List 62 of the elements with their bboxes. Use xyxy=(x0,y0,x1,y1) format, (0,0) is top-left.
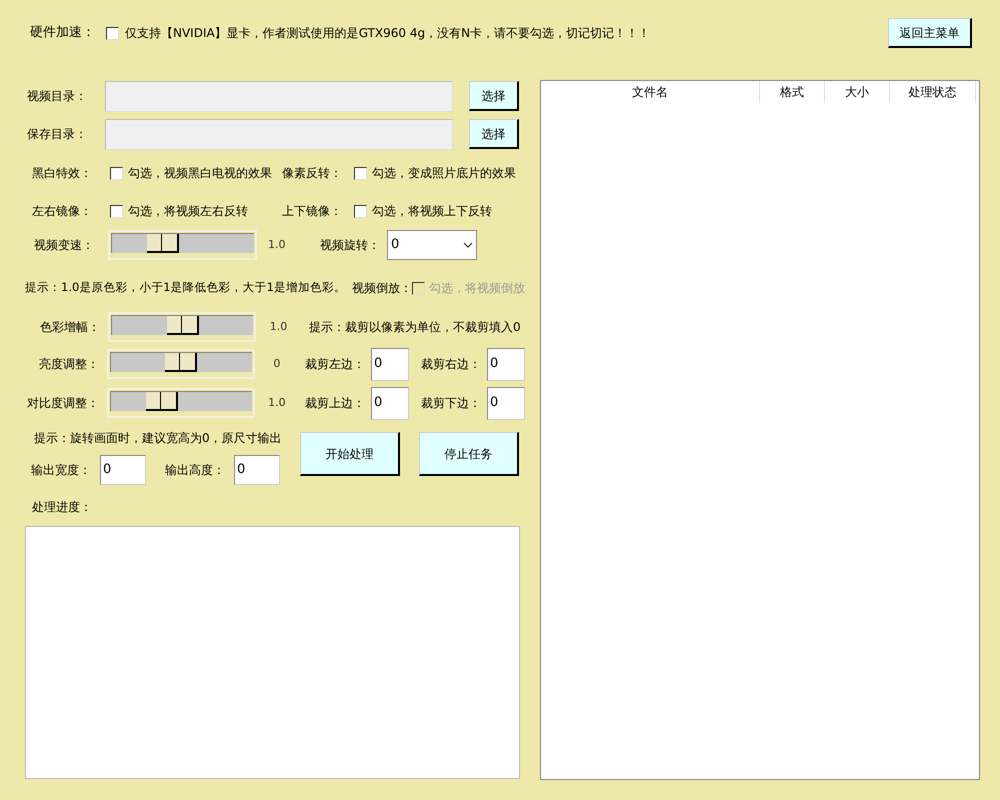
checkbox-label: 勾选，变成照片底片的效果 xyxy=(372,165,516,182)
checkbox-label: 勾选，将视频倒放 xyxy=(429,280,525,297)
checkbox-label: 勾选，将视频左右反转 xyxy=(128,203,248,220)
field-label: 上下镜像： xyxy=(282,203,343,220)
dropdown-value: 0 xyxy=(391,236,400,254)
field-label: 像素反转： xyxy=(282,165,343,182)
column-header[interactable]: 格式 xyxy=(760,81,825,103)
checkbox[interactable] xyxy=(106,26,119,40)
field-label: 视频目录： xyxy=(27,88,88,105)
select-button[interactable]: 选择 xyxy=(469,81,519,111)
field-label: 裁剪左边： xyxy=(305,356,366,373)
field-label: 亮度调整： xyxy=(38,356,100,373)
input-field[interactable]: 0 xyxy=(371,348,409,380)
input-field[interactable]: 0 xyxy=(371,386,409,420)
field-label: 处理进度： xyxy=(32,499,93,514)
checkbox-label: 勾选，将视频上下反转 xyxy=(372,203,492,220)
rotation-dropdown[interactable]: 0 xyxy=(387,230,477,260)
checkbox-label: 勾选，视频黑白电视的效果 xyxy=(128,165,272,182)
field-label: 视频旋转： xyxy=(320,237,381,254)
stop-button[interactable]: 停止任务 xyxy=(419,432,519,476)
field-label: 保存目录： xyxy=(27,126,88,143)
column-header[interactable]: 处理状态 xyxy=(890,81,976,103)
column-header[interactable]: 大小 xyxy=(825,81,890,103)
return-menu-button[interactable]: 返回主菜单 xyxy=(888,18,972,48)
caret-icon xyxy=(463,242,473,248)
slider-thumb[interactable] xyxy=(147,234,180,253)
field-label: 黑白特效： xyxy=(32,165,93,182)
checkbox[interactable] xyxy=(110,166,123,180)
checkbox[interactable] xyxy=(354,204,367,218)
slider-value: 1.0 xyxy=(268,318,288,335)
field-label: 对比度调整： xyxy=(26,395,100,412)
field-label: 裁剪右边： xyxy=(421,356,482,373)
slider-thumb[interactable] xyxy=(165,353,198,372)
input-field[interactable]: 0 xyxy=(234,455,280,485)
input-field[interactable] xyxy=(105,80,453,112)
input-field[interactable]: 0 xyxy=(100,455,146,485)
field-label: 输出高度： xyxy=(165,462,226,479)
field-label: 视频变速： xyxy=(34,237,95,254)
hint-text: 提示：裁剪以像素为单位，不裁剪填入0 xyxy=(309,319,521,336)
slider-thumb[interactable] xyxy=(166,316,198,335)
field-label: 视频倒放： xyxy=(352,280,412,297)
field-label: 输出宽度： xyxy=(31,462,92,479)
input-field[interactable] xyxy=(105,118,453,150)
field-label: 裁剪下边： xyxy=(421,395,482,412)
checkbox-label: 仅支持【NVIDIA】显卡，作者测试使用的是GTX960 4g，没有N卡，请不要勾选，切记切记！！！ xyxy=(125,25,650,42)
select-button[interactable]: 选择 xyxy=(469,119,519,149)
field-label: 裁剪上边： xyxy=(305,395,366,412)
hint-text: 提示：1.0是原色彩，小于1是降低色彩，大于1是增加色彩。 xyxy=(25,279,346,296)
checkbox[interactable] xyxy=(354,166,367,180)
start-button[interactable]: 开始处理 xyxy=(300,432,400,476)
input-field[interactable]: 0 xyxy=(487,386,525,420)
slider-value: 1.0 xyxy=(267,394,287,411)
field-label: 硬件加速： xyxy=(30,24,96,42)
column-header[interactable]: 文件名 xyxy=(541,81,760,103)
input-field[interactable]: 0 xyxy=(487,348,525,380)
checkbox[interactable] xyxy=(110,204,123,218)
slider-value: 0 xyxy=(272,356,282,372)
slider-value: 1.0 xyxy=(268,236,286,253)
slider-thumb[interactable] xyxy=(146,392,178,411)
hint-text: 提示：旋转画面时，建议宽高为0，原尺寸输出 xyxy=(34,430,283,447)
field-label: 左右镜像： xyxy=(32,203,93,220)
field-label: 色彩增幅： xyxy=(39,319,101,336)
